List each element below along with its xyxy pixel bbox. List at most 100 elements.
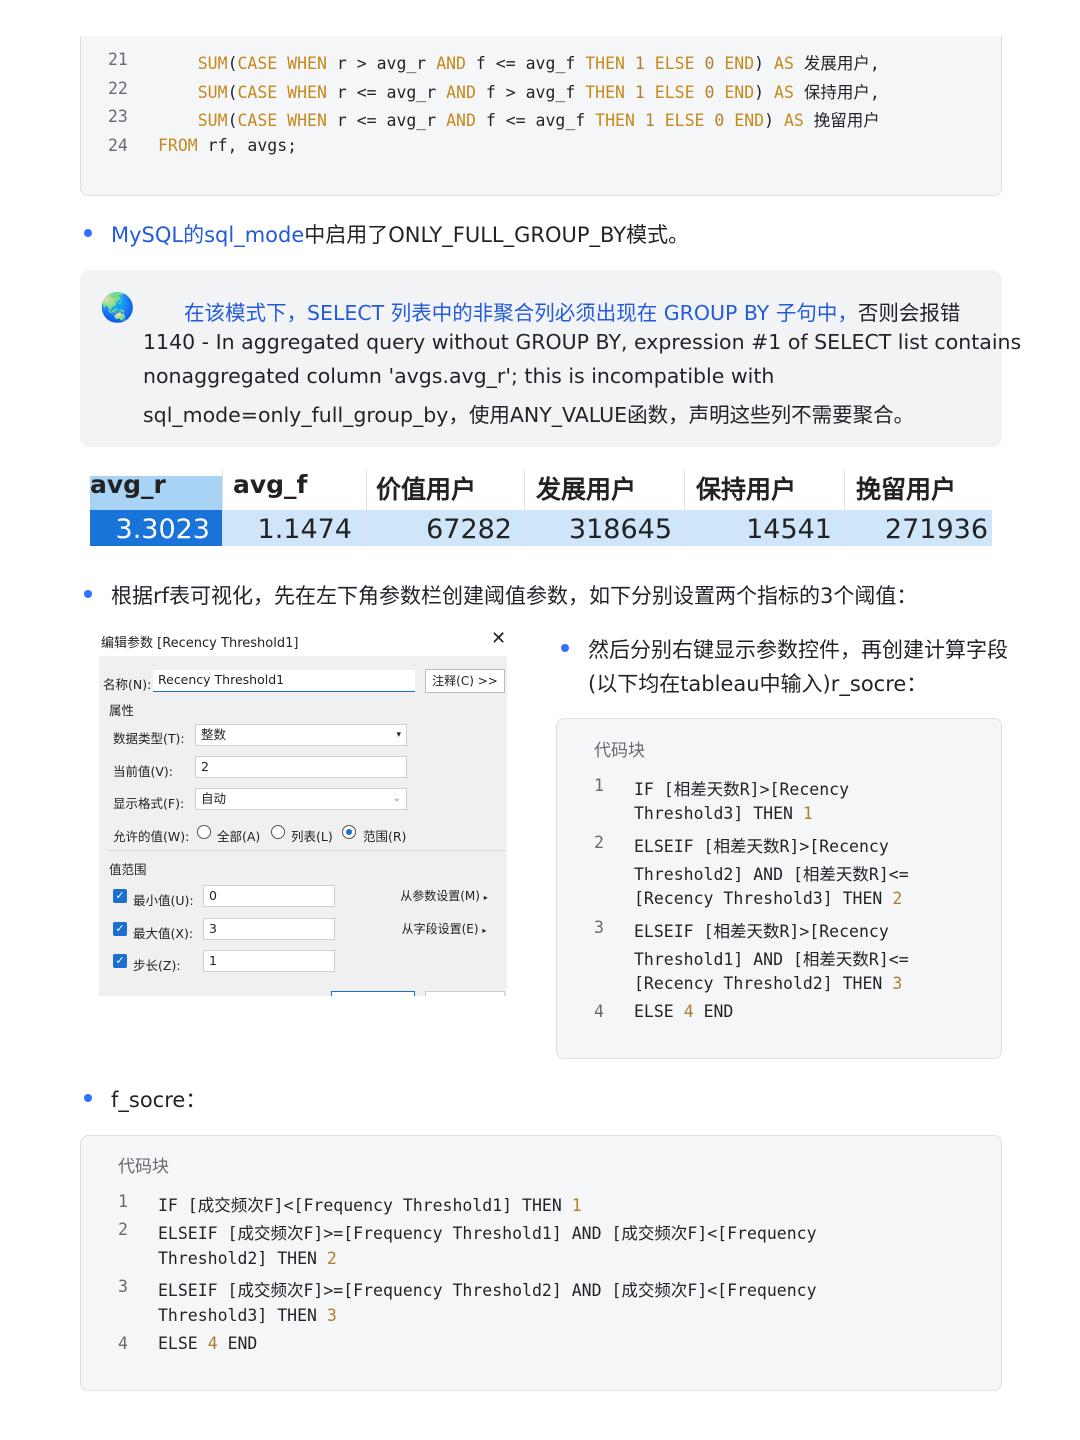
from-field-button[interactable]: 从字段设置(E) ▸ xyxy=(395,917,493,941)
code-text: r <= avg_r xyxy=(326,82,447,102)
code-keyword: AND xyxy=(436,54,466,73)
dtype-select[interactable]: 整数 ▾ xyxy=(195,724,407,746)
code-keyword: AND xyxy=(571,1281,602,1301)
code-keyword: THEN xyxy=(842,974,883,994)
code-keyword: THEN xyxy=(277,1305,317,1325)
line-number: 23 xyxy=(108,107,128,126)
code-number: 0 xyxy=(704,54,715,73)
step-input[interactable]: 1 xyxy=(203,950,335,972)
ok-button-edge[interactable] xyxy=(331,991,415,996)
cell-value-users: 67282 xyxy=(426,514,512,545)
code-line: SUM(CASE WHEN r > avg_r AND f <= avg_f T… xyxy=(158,50,880,74)
format-select[interactable]: 自动 ⌄ xyxy=(195,788,407,810)
header-growth-users: 发展用户 xyxy=(536,475,637,504)
code-keyword: ELSEIF xyxy=(634,921,694,941)
caret-right-icon: ▸ xyxy=(483,893,488,902)
cell-avg-f: 1.1474 xyxy=(257,514,352,545)
code-line: Threshold1] AND [相差天数R]<= xyxy=(634,946,909,970)
code-number: 4 xyxy=(683,1002,694,1022)
code-keyword: ELSE xyxy=(664,111,705,130)
result-table: avg_r avg_f 价值用户 发展用户 保持用户 挽留用户 3.3023 1… xyxy=(90,470,992,548)
code-number: 0 xyxy=(704,82,715,102)
code-line: ELSEIF [相差天数R]>[Recency xyxy=(634,833,889,857)
step-checkbox[interactable]: ✓ xyxy=(113,954,127,968)
radio-all-label: 全部(A) xyxy=(217,829,261,844)
code-keyword: THEN xyxy=(585,54,625,73)
code-text: f <= avg_f xyxy=(466,54,586,73)
current-value-input[interactable]: 2 xyxy=(195,756,407,778)
max-input[interactable]: 3 xyxy=(203,918,335,940)
line-number: 4 xyxy=(594,1002,604,1022)
code-text: [相差天数R]>[Recency xyxy=(693,921,889,941)
radio-list[interactable] xyxy=(271,825,285,839)
code-keyword: FROM xyxy=(158,135,198,155)
code-block-title: 代码块 xyxy=(594,741,645,761)
code-line: [Recency Threshold2] THEN 3 xyxy=(634,974,902,993)
code-number: 1 xyxy=(634,54,645,73)
code-number: 3 xyxy=(326,1305,337,1325)
code-keyword: ELSEIF xyxy=(158,1281,218,1301)
callout-line-3: nonaggregated column 'avgs.avg_r'; this … xyxy=(143,364,775,388)
code-number: 1 xyxy=(571,1196,582,1215)
header-avg-r: avg_r xyxy=(90,470,166,499)
min-checkbox[interactable]: ✓ xyxy=(113,889,127,903)
globe-icon: 🌏 xyxy=(100,291,135,324)
code-text: [成交频次F]>=[Frequency Threshold2] xyxy=(217,1281,572,1301)
cancel-button-edge[interactable] xyxy=(425,991,505,996)
code-text: [相差天数R]<= xyxy=(783,864,909,884)
code-keyword: AND xyxy=(446,111,476,130)
code-keyword: END xyxy=(724,54,755,73)
bullet-dot xyxy=(84,1094,92,1102)
max-checkbox[interactable]: ✓ xyxy=(113,922,127,936)
code-line: Threshold3] THEN 3 xyxy=(158,1306,337,1325)
code-keyword: AND xyxy=(753,864,784,884)
code-keyword: END xyxy=(724,82,755,102)
code-block-title: 代码块 xyxy=(118,1157,169,1177)
bullet-f-score: f_socre： xyxy=(111,1088,207,1112)
code-number: 1 xyxy=(634,82,645,102)
code-text: [Recency Threshold2] xyxy=(634,974,843,994)
from-param-button[interactable]: 从参数设置(M) ▸ xyxy=(395,884,493,908)
code-line: Threshold2] AND [相差天数R]<= xyxy=(634,861,909,885)
name-input[interactable]: Recency Threshold1 xyxy=(153,670,415,692)
allowed-values-label: 允许的值(W): xyxy=(113,829,190,844)
min-input[interactable]: 0 xyxy=(203,885,335,907)
cell-keep-users: 14541 xyxy=(746,514,832,545)
radio-range[interactable] xyxy=(342,825,356,839)
sql-mode-link[interactable]: MySQL的sql_mode xyxy=(111,223,304,247)
code-keyword: ELSEIF xyxy=(158,1224,218,1244)
code-keyword: THEN xyxy=(522,1196,562,1215)
code-keyword: AS xyxy=(783,111,804,130)
close-icon[interactable]: ✕ xyxy=(491,628,506,649)
code-keyword: SUM xyxy=(197,111,228,130)
name-label: 名称(N): xyxy=(103,677,152,692)
code-text: [相差天数R]>[Recency xyxy=(693,836,889,856)
properties-section: 属性 xyxy=(109,703,135,718)
code-number: 0 xyxy=(714,111,725,130)
code-line: ELSEIF [成交频次F]>=[Frequency Threshold1] A… xyxy=(158,1220,817,1244)
comment-button[interactable]: 注释(C) >> xyxy=(425,669,505,693)
line-number: 21 xyxy=(108,50,128,69)
radio-all[interactable] xyxy=(197,825,211,839)
code-keyword: ELSEIF xyxy=(634,836,694,856)
divider xyxy=(107,850,505,851)
callout-line-2: 1140 - In aggregated query without GROUP… xyxy=(143,330,1022,354)
code-keyword: AND xyxy=(753,949,784,969)
